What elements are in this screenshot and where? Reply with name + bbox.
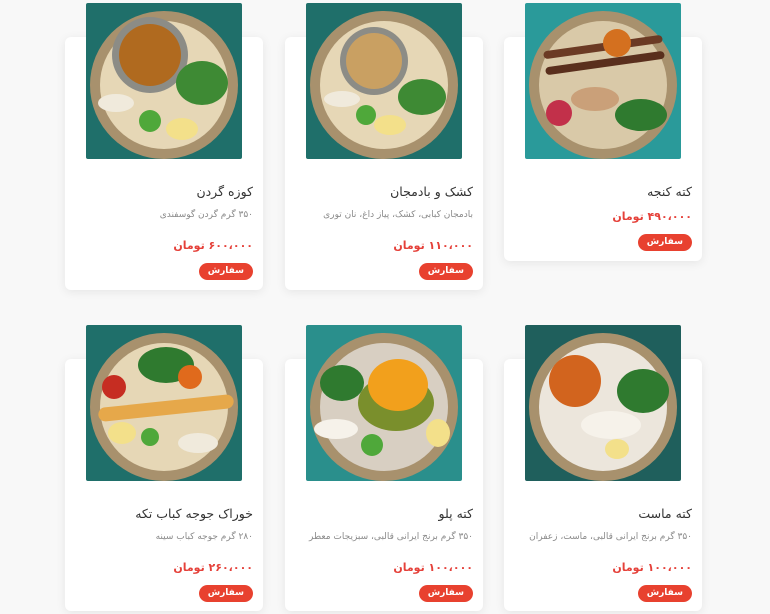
product-price: ۴۹۰،۰۰۰ تومان xyxy=(612,210,692,223)
product-image[interactable] xyxy=(306,325,462,481)
product-image[interactable] xyxy=(86,3,242,159)
product-description: ۳۵۰ گرم برنج ایرانی قالبی، ماست، زعفران xyxy=(529,532,692,542)
product-image[interactable] xyxy=(86,325,242,481)
product-image[interactable] xyxy=(306,3,462,159)
product-price: ۱۱۰،۰۰۰ تومان xyxy=(393,239,473,252)
product-price: ۲۶۰،۰۰۰ تومان xyxy=(173,561,253,574)
order-button[interactable]: سفارش xyxy=(637,585,692,602)
product-card: کته ماست ۳۵۰ گرم برنج ایرانی قالبی، ماست… xyxy=(504,325,702,611)
order-button[interactable]: سفارش xyxy=(198,585,253,602)
product-title: کته ماست xyxy=(638,506,692,521)
product-description: ۳۵۰ گرم گردن گوسفندی xyxy=(159,210,253,220)
product-image[interactable] xyxy=(525,3,681,159)
product-price: ۱۰۰،۰۰۰ تومان xyxy=(612,561,692,574)
product-description: ۳۵۰ گرم برنج ایرانی قالبی، سبزیجات معطر xyxy=(309,532,473,542)
product-title: کوزه گردن xyxy=(196,184,253,199)
product-price: ۶۰۰،۰۰۰ تومان xyxy=(173,239,253,252)
order-button[interactable]: سفارش xyxy=(637,234,692,251)
order-button[interactable]: سفارش xyxy=(418,263,473,280)
product-card: کته پلو ۳۵۰ گرم برنج ایرانی قالبی، سبزیج… xyxy=(285,325,483,611)
product-title: کشک و بادمجان xyxy=(390,184,473,199)
product-card: کته کنجه ۴۹۰،۰۰۰ تومان سفارش xyxy=(504,3,702,261)
product-title: کته پلو xyxy=(438,506,473,521)
product-title: کته کنجه xyxy=(647,184,692,199)
product-card: کشک و بادمجان بادمجان کبابی، کشک، پیاز د… xyxy=(285,3,483,290)
product-card: کوزه گردن ۳۵۰ گرم گردن گوسفندی ۶۰۰،۰۰۰ ت… xyxy=(65,3,263,290)
product-card: خوراک جوجه کباب تکه ۲۸۰ گرم جوجه کباب سی… xyxy=(65,325,263,611)
product-description: ۲۸۰ گرم جوجه کباب سینه xyxy=(155,532,253,542)
order-button[interactable]: سفارش xyxy=(418,585,473,602)
product-image[interactable] xyxy=(525,325,681,481)
product-description: بادمجان کبابی، کشک، پیاز داغ، نان توری xyxy=(323,210,473,220)
order-button[interactable]: سفارش xyxy=(198,263,253,280)
product-price: ۱۰۰،۰۰۰ تومان xyxy=(393,561,473,574)
product-title: خوراک جوجه کباب تکه xyxy=(135,506,253,521)
